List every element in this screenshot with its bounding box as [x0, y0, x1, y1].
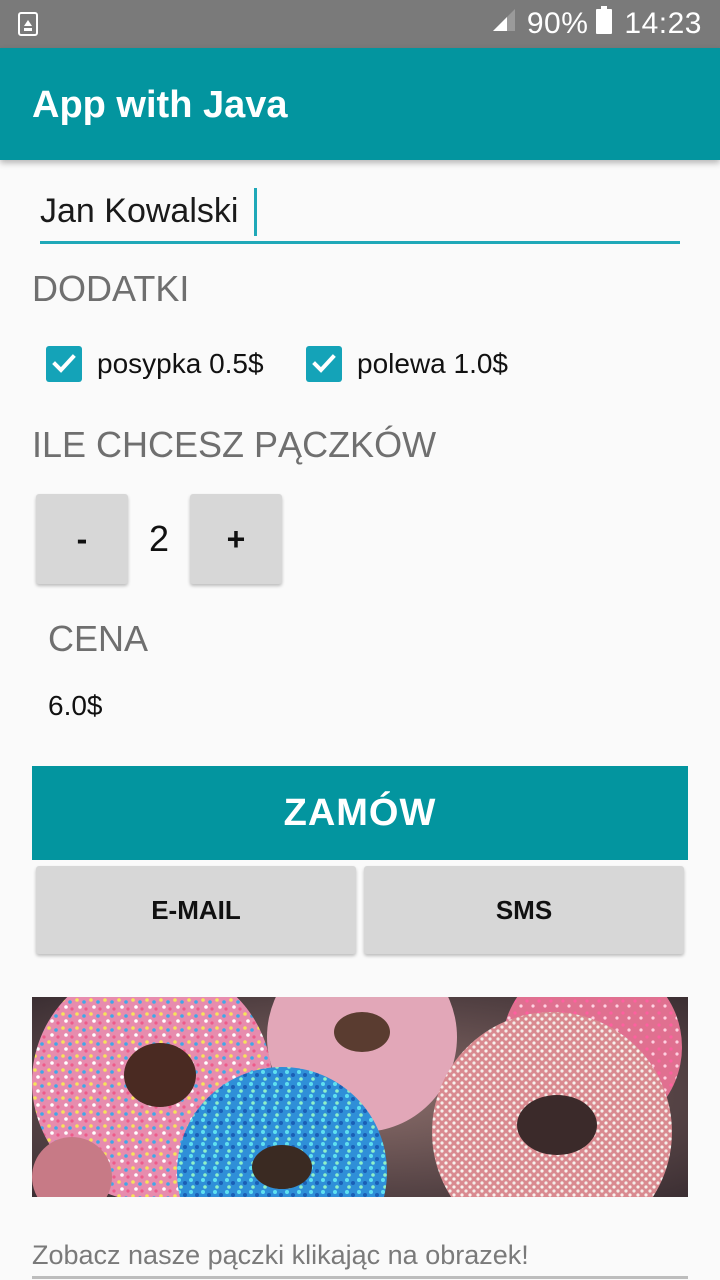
battery-percent: 90%: [526, 7, 589, 40]
order-button[interactable]: ZAMÓW: [32, 766, 688, 860]
app-bar: App with Java: [0, 48, 720, 160]
quantity-heading: ILE CHCESZ PĄCZKÓW: [32, 424, 437, 465]
checkbox-glaze[interactable]: polewa 1.0$: [306, 346, 508, 382]
divider: [32, 1276, 688, 1279]
checkbox-checked-icon[interactable]: [46, 346, 82, 382]
battery-icon: [596, 6, 613, 42]
email-button[interactable]: E-MAIL: [36, 866, 356, 954]
price-value: 6.0$: [48, 690, 103, 721]
gallery-caption: Zobacz nasze pączki klikając na obrazek!: [32, 1240, 529, 1270]
decrement-button[interactable]: -: [36, 494, 128, 584]
app-title: App with Java: [32, 84, 288, 126]
checkbox-checked-icon[interactable]: [306, 346, 342, 382]
sms-button[interactable]: SMS: [364, 866, 684, 954]
price-heading: CENA: [48, 618, 149, 659]
recycle-icon: [18, 12, 38, 36]
donut-image[interactable]: [32, 997, 688, 1197]
name-input[interactable]: [40, 186, 680, 244]
text-cursor: [254, 188, 257, 236]
checkbox-sprinkles[interactable]: posypka 0.5$: [46, 346, 264, 382]
signal-icon: [491, 7, 517, 41]
toppings-heading: DODATKI: [32, 268, 190, 309]
status-bar: 90% 14:23: [0, 0, 720, 48]
quantity-value: 2: [148, 518, 170, 559]
checkbox-glaze-label: polewa 1.0$: [357, 348, 509, 379]
increment-button[interactable]: +: [190, 494, 282, 584]
clock: 14:23: [624, 7, 702, 40]
checkbox-sprinkles-label: posypka 0.5$: [97, 348, 264, 379]
